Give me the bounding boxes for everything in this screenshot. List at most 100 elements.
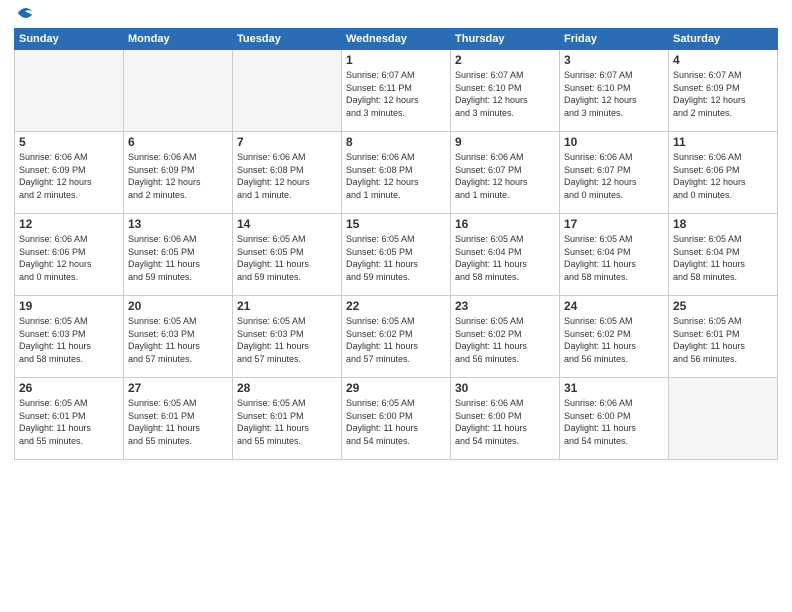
day-number: 8 [346,135,446,149]
calendar-cell: 20 Sunrise: 6:05 AM Sunset: 6:03 PM Dayli… [124,296,233,378]
calendar-cell [15,50,124,132]
day-number: 29 [346,381,446,395]
calendar-cell: 14 Sunrise: 6:05 AM Sunset: 6:05 PM Dayli… [233,214,342,296]
day-number: 19 [19,299,119,313]
day-info: Sunrise: 6:05 AM Sunset: 6:02 PM Dayligh… [564,315,664,365]
day-number: 15 [346,217,446,231]
weekday-header-tuesday: Tuesday [233,29,342,50]
weekday-header-wednesday: Wednesday [342,29,451,50]
day-info: Sunrise: 6:05 AM Sunset: 6:03 PM Dayligh… [237,315,337,365]
day-info: Sunrise: 6:05 AM Sunset: 6:05 PM Dayligh… [237,233,337,283]
calendar-cell: 31 Sunrise: 6:06 AM Sunset: 6:00 PM Dayli… [560,378,669,460]
day-info: Sunrise: 6:06 AM Sunset: 6:08 PM Dayligh… [237,151,337,201]
day-info: Sunrise: 6:07 AM Sunset: 6:10 PM Dayligh… [564,69,664,119]
calendar-cell [233,50,342,132]
day-number: 24 [564,299,664,313]
day-number: 23 [455,299,555,313]
calendar-cell: 6Sunrise: 6:06 AM Sunset: 6:09 PM Daylig… [124,132,233,214]
day-info: Sunrise: 6:07 AM Sunset: 6:09 PM Dayligh… [673,69,773,119]
weekday-header-saturday: Saturday [669,29,778,50]
day-number: 26 [19,381,119,395]
day-number: 25 [673,299,773,313]
calendar-week-2: 5 Sunrise: 6:06 AM Sunset: 6:09 PM Daylig… [15,132,778,214]
calendar-cell: 18Sunrise: 6:05 AM Sunset: 6:04 PM Dayli… [669,214,778,296]
day-number: 7 [237,135,337,149]
day-info: Sunrise: 6:06 AM Sunset: 6:06 PM Dayligh… [19,233,119,283]
calendar-cell: 13Sunrise: 6:06 AM Sunset: 6:05 PM Dayli… [124,214,233,296]
day-number: 1 [346,53,446,67]
calendar-cell: 17 Sunrise: 6:05 AM Sunset: 6:04 PM Dayli… [560,214,669,296]
calendar-cell: 19 Sunrise: 6:05 AM Sunset: 6:03 PM Dayli… [15,296,124,378]
calendar-cell: 23 Sunrise: 6:05 AM Sunset: 6:02 PM Dayli… [451,296,560,378]
logo-icon [16,4,34,22]
calendar-cell: 26 Sunrise: 6:05 AM Sunset: 6:01 PM Dayli… [15,378,124,460]
day-info: Sunrise: 6:07 AM Sunset: 6:10 PM Dayligh… [455,69,555,119]
day-info: Sunrise: 6:06 AM Sunset: 6:09 PM Dayligh… [128,151,228,201]
calendar-cell: 11Sunrise: 6:06 AM Sunset: 6:06 PM Dayli… [669,132,778,214]
day-number: 10 [564,135,664,149]
day-number: 4 [673,53,773,67]
calendar-cell: 30Sunrise: 6:06 AM Sunset: 6:00 PM Dayli… [451,378,560,460]
calendar-cell: 7 Sunrise: 6:06 AM Sunset: 6:08 PM Daylig… [233,132,342,214]
calendar-cell: 3 Sunrise: 6:07 AM Sunset: 6:10 PM Daylig… [560,50,669,132]
calendar-cell: 15 Sunrise: 6:05 AM Sunset: 6:05 PM Dayli… [342,214,451,296]
logo [14,10,34,22]
day-info: Sunrise: 6:06 AM Sunset: 6:07 PM Dayligh… [564,151,664,201]
calendar-cell: 29 Sunrise: 6:05 AM Sunset: 6:00 PM Dayli… [342,378,451,460]
page: SundayMondayTuesdayWednesdayThursdayFrid… [0,0,792,612]
day-number: 13 [128,217,228,231]
day-info: Sunrise: 6:05 AM Sunset: 6:02 PM Dayligh… [455,315,555,365]
day-info: Sunrise: 6:05 AM Sunset: 6:05 PM Dayligh… [346,233,446,283]
day-number: 31 [564,381,664,395]
day-number: 2 [455,53,555,67]
calendar-week-4: 19 Sunrise: 6:05 AM Sunset: 6:03 PM Dayli… [15,296,778,378]
calendar-cell: 12 Sunrise: 6:06 AM Sunset: 6:06 PM Dayli… [15,214,124,296]
day-number: 22 [346,299,446,313]
day-number: 12 [19,217,119,231]
calendar-cell: 9 Sunrise: 6:06 AM Sunset: 6:07 PM Daylig… [451,132,560,214]
calendar-cell: 1 Sunrise: 6:07 AM Sunset: 6:11 PM Daylig… [342,50,451,132]
weekday-header-friday: Friday [560,29,669,50]
calendar-cell: 4 Sunrise: 6:07 AM Sunset: 6:09 PM Daylig… [669,50,778,132]
calendar-cell: 2 Sunrise: 6:07 AM Sunset: 6:10 PM Daylig… [451,50,560,132]
day-info: Sunrise: 6:05 AM Sunset: 6:03 PM Dayligh… [128,315,228,365]
calendar-cell: 5Sunrise: 6:06 AM Sunset: 6:09 PM Daylig… [15,132,124,214]
day-info: Sunrise: 6:05 AM Sunset: 6:03 PM Dayligh… [19,315,119,365]
day-info: Sunrise: 6:05 AM Sunset: 6:01 PM Dayligh… [673,315,773,365]
day-number: 20 [128,299,228,313]
calendar-cell [669,378,778,460]
weekday-header-sunday: Sunday [15,29,124,50]
day-info: Sunrise: 6:05 AM Sunset: 6:00 PM Dayligh… [346,397,446,447]
day-number: 18 [673,217,773,231]
day-number: 14 [237,217,337,231]
day-number: 16 [455,217,555,231]
day-number: 17 [564,217,664,231]
calendar-week-5: 26 Sunrise: 6:05 AM Sunset: 6:01 PM Dayli… [15,378,778,460]
weekday-header-monday: Monday [124,29,233,50]
calendar-cell: 8 Sunrise: 6:06 AM Sunset: 6:08 PM Daylig… [342,132,451,214]
day-info: Sunrise: 6:05 AM Sunset: 6:01 PM Dayligh… [19,397,119,447]
day-info: Sunrise: 6:05 AM Sunset: 6:04 PM Dayligh… [564,233,664,283]
day-info: Sunrise: 6:05 AM Sunset: 6:02 PM Dayligh… [346,315,446,365]
calendar-cell: 21 Sunrise: 6:05 AM Sunset: 6:03 PM Dayli… [233,296,342,378]
day-info: Sunrise: 6:05 AM Sunset: 6:04 PM Dayligh… [455,233,555,283]
day-number: 3 [564,53,664,67]
weekday-header-thursday: Thursday [451,29,560,50]
day-info: Sunrise: 6:07 AM Sunset: 6:11 PM Dayligh… [346,69,446,119]
day-info: Sunrise: 6:05 AM Sunset: 6:01 PM Dayligh… [128,397,228,447]
day-number: 9 [455,135,555,149]
day-number: 21 [237,299,337,313]
calendar-cell: 27 Sunrise: 6:05 AM Sunset: 6:01 PM Dayli… [124,378,233,460]
day-number: 30 [455,381,555,395]
calendar-cell [124,50,233,132]
day-number: 5 [19,135,119,149]
day-info: Sunrise: 6:06 AM Sunset: 6:00 PM Dayligh… [564,397,664,447]
calendar-cell: 10 Sunrise: 6:06 AM Sunset: 6:07 PM Dayli… [560,132,669,214]
day-info: Sunrise: 6:06 AM Sunset: 6:08 PM Dayligh… [346,151,446,201]
calendar-table: SundayMondayTuesdayWednesdayThursdayFrid… [14,28,778,460]
day-info: Sunrise: 6:06 AM Sunset: 6:07 PM Dayligh… [455,151,555,201]
day-number: 27 [128,381,228,395]
calendar-cell: 24 Sunrise: 6:05 AM Sunset: 6:02 PM Dayli… [560,296,669,378]
calendar-cell: 28Sunrise: 6:05 AM Sunset: 6:01 PM Dayli… [233,378,342,460]
header [14,10,778,22]
